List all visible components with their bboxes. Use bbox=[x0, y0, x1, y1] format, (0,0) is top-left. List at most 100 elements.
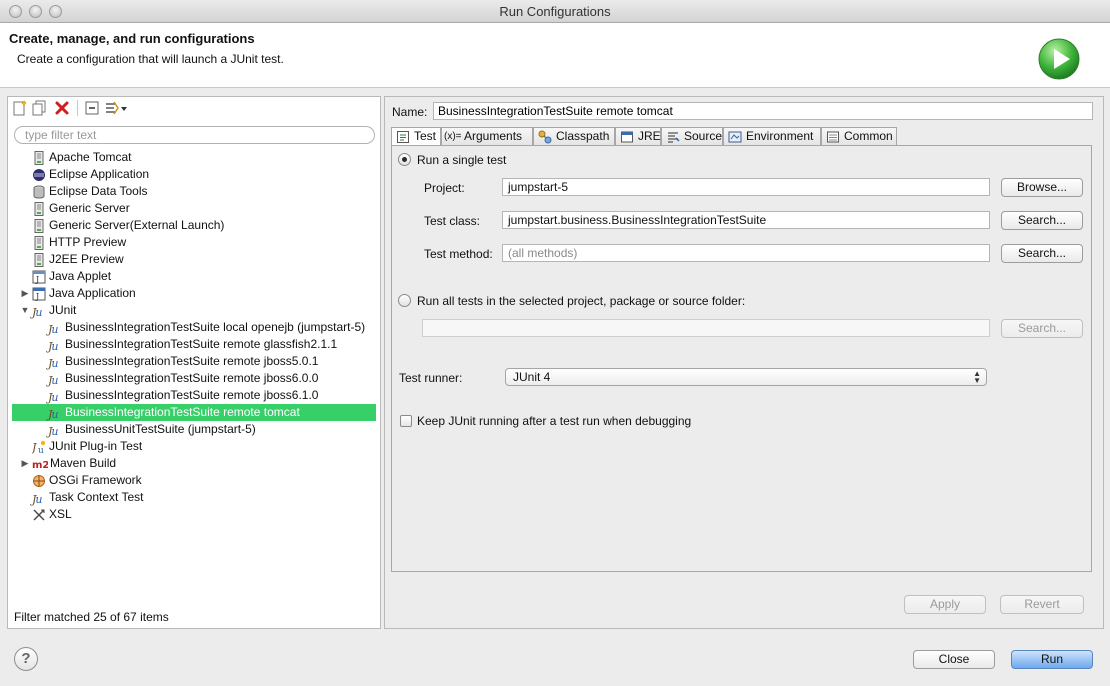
duplicate-config-icon[interactable] bbox=[32, 100, 48, 116]
project-input[interactable]: jumpstart-5 bbox=[502, 178, 990, 196]
applet-icon: J bbox=[32, 270, 46, 284]
java-app-icon: J bbox=[32, 287, 46, 301]
classpath-icon bbox=[538, 130, 552, 144]
tree-item[interactable]: Generic Server bbox=[12, 200, 376, 217]
tree-item[interactable]: OSGi Framework bbox=[12, 472, 376, 489]
banner-heading: Create, manage, and run configurations bbox=[9, 31, 255, 46]
filter-status: Filter matched 25 of 67 items bbox=[14, 610, 169, 624]
junit-icon: Ju bbox=[48, 323, 59, 336]
tree-item[interactable]: Ju BusinessUnitTestSuite (jumpstart-5) bbox=[12, 421, 376, 438]
tab-environment[interactable]: Environment bbox=[723, 127, 821, 145]
tree-item[interactable]: Ju BusinessIntegrationTestSuite remote jb… bbox=[12, 370, 376, 387]
filter-menu-icon[interactable] bbox=[104, 100, 128, 116]
svg-text:u: u bbox=[38, 446, 44, 454]
select-arrows-icon: ▲ ▼ bbox=[973, 369, 981, 385]
tab-label: Source bbox=[684, 129, 723, 143]
tree-item-label: XSL bbox=[49, 507, 72, 521]
test-class-input[interactable]: jumpstart.business.BusinessIntegrationTe… bbox=[502, 211, 990, 229]
tree-item-label: BusinessUnitTestSuite (jumpstart-5) bbox=[65, 422, 256, 436]
tree-item-label: Generic Server bbox=[49, 201, 130, 215]
tree-item-label: Eclipse Application bbox=[49, 167, 150, 181]
help-icon[interactable]: ? bbox=[14, 647, 38, 671]
filter-input[interactable] bbox=[14, 126, 375, 144]
search-class-button[interactable]: Search... bbox=[1001, 211, 1083, 230]
tree-item[interactable]: Generic Server(External Launch) bbox=[12, 217, 376, 234]
test-runner-select[interactable]: JUnit 4 ▲ ▼ bbox=[505, 368, 987, 386]
tab-arguments[interactable]: (x)= Arguments bbox=[441, 127, 533, 145]
config-toolbar bbox=[8, 97, 380, 119]
tab-common[interactable]: Common bbox=[821, 127, 897, 145]
tree-item[interactable]: Eclipse Application bbox=[12, 166, 376, 183]
project-label: Project: bbox=[424, 181, 465, 195]
close-button[interactable]: Close bbox=[913, 650, 995, 669]
junit-icon: Ju bbox=[32, 493, 43, 506]
apply-button[interactable]: Apply bbox=[904, 595, 986, 614]
collapse-all-icon[interactable] bbox=[84, 100, 100, 116]
container-input[interactable] bbox=[422, 319, 990, 337]
tab-source[interactable]: Source bbox=[661, 127, 723, 145]
tab-test[interactable]: Test bbox=[391, 127, 441, 146]
collapsed-arrow-icon[interactable]: ▶ bbox=[20, 285, 30, 302]
tree-item[interactable]: Ju BusinessIntegrationTestSuite local ope… bbox=[12, 319, 376, 336]
tree-item[interactable]: Ju BusinessIntegrationTestSuite remote gl… bbox=[12, 336, 376, 353]
tree-item[interactable]: ▼ Ju JUnit bbox=[12, 302, 376, 319]
tree-item-label: HTTP Preview bbox=[49, 235, 127, 249]
common-icon bbox=[826, 130, 840, 144]
tree-item[interactable]: Ju BusinessIntegrationTestSuite remote jb… bbox=[12, 353, 376, 370]
database-icon bbox=[32, 185, 46, 199]
tree-item[interactable]: Ju Task Context Test bbox=[12, 489, 376, 506]
test-method-input[interactable]: (all methods) bbox=[502, 244, 990, 262]
tree-item[interactable]: Ju BusinessIntegrationTestSuite remote jb… bbox=[12, 387, 376, 404]
keep-junit-running-checkbox[interactable] bbox=[400, 415, 412, 427]
junit-icon: Ju bbox=[48, 340, 59, 353]
tree-item-label: Eclipse Data Tools bbox=[49, 184, 148, 198]
tree-item[interactable]: J2EE Preview bbox=[12, 251, 376, 268]
tree-item[interactable]: XSL bbox=[12, 506, 376, 523]
server-icon bbox=[32, 202, 46, 216]
tree-item[interactable]: J Java Applet bbox=[12, 268, 376, 285]
search-method-button[interactable]: Search... bbox=[1001, 244, 1083, 263]
tree-item[interactable]: Ju BusinessIntegrationTestSuite remote to… bbox=[12, 404, 376, 421]
tree-item-label: BusinessIntegrationTestSuite remote jbos… bbox=[65, 371, 319, 385]
new-config-icon[interactable] bbox=[12, 100, 28, 116]
dialog-banner: Create, manage, and run configurations C… bbox=[0, 23, 1110, 88]
tree-item[interactable]: ▶ m2 Maven Build bbox=[12, 455, 376, 472]
tree-item-label: JUnit bbox=[49, 303, 77, 317]
collapsed-arrow-icon[interactable]: ▶ bbox=[20, 455, 30, 472]
tab-jre[interactable]: JRE bbox=[615, 127, 661, 145]
tree-item[interactable]: HTTP Preview bbox=[12, 234, 376, 251]
svg-text:J: J bbox=[32, 441, 37, 454]
tab-classpath[interactable]: Classpath bbox=[533, 127, 615, 145]
browse-project-button[interactable]: Browse... bbox=[1001, 178, 1083, 197]
tree-item-label: BusinessIntegrationTestSuite remote jbos… bbox=[65, 388, 319, 402]
server-icon bbox=[32, 219, 46, 233]
search-container-button[interactable]: Search... bbox=[1001, 319, 1083, 338]
tree-item-label: J2EE Preview bbox=[49, 252, 124, 266]
delete-config-icon[interactable] bbox=[54, 100, 70, 116]
eclipse-icon bbox=[32, 168, 46, 182]
tree-item[interactable]: Apache Tomcat bbox=[12, 149, 376, 166]
window-title: Run Configurations bbox=[499, 4, 611, 19]
tree-item-label: JUnit Plug-in Test bbox=[49, 439, 143, 453]
tree-item[interactable]: ▶ J Java Application bbox=[12, 285, 376, 302]
svg-text:J: J bbox=[35, 292, 39, 301]
junit-icon: Ju bbox=[48, 357, 59, 370]
tree-item-label: Java Applet bbox=[49, 269, 112, 283]
server-icon bbox=[32, 151, 46, 165]
revert-button[interactable]: Revert bbox=[1000, 595, 1084, 614]
expanded-arrow-icon[interactable]: ▼ bbox=[20, 302, 30, 319]
junit-icon: Ju bbox=[48, 425, 59, 438]
config-name-input[interactable] bbox=[433, 102, 1093, 120]
run-all-tests-radio[interactable] bbox=[398, 294, 411, 307]
tree-item-label: Generic Server(External Launch) bbox=[49, 218, 225, 232]
run-button[interactable]: Run bbox=[1011, 650, 1093, 669]
run-single-test-radio[interactable] bbox=[398, 153, 411, 166]
title-bar: Run Configurations bbox=[0, 0, 1110, 23]
junit-icon: Ju bbox=[48, 374, 59, 387]
junit-icon: Ju bbox=[32, 306, 43, 319]
junit-plugin-icon: Ju bbox=[32, 440, 46, 454]
tree-item[interactable]: Ju JUnit Plug-in Test bbox=[12, 438, 376, 455]
test-tab-icon bbox=[396, 130, 410, 144]
tree-item[interactable]: Eclipse Data Tools bbox=[12, 183, 376, 200]
junit-icon: Ju bbox=[48, 408, 59, 421]
